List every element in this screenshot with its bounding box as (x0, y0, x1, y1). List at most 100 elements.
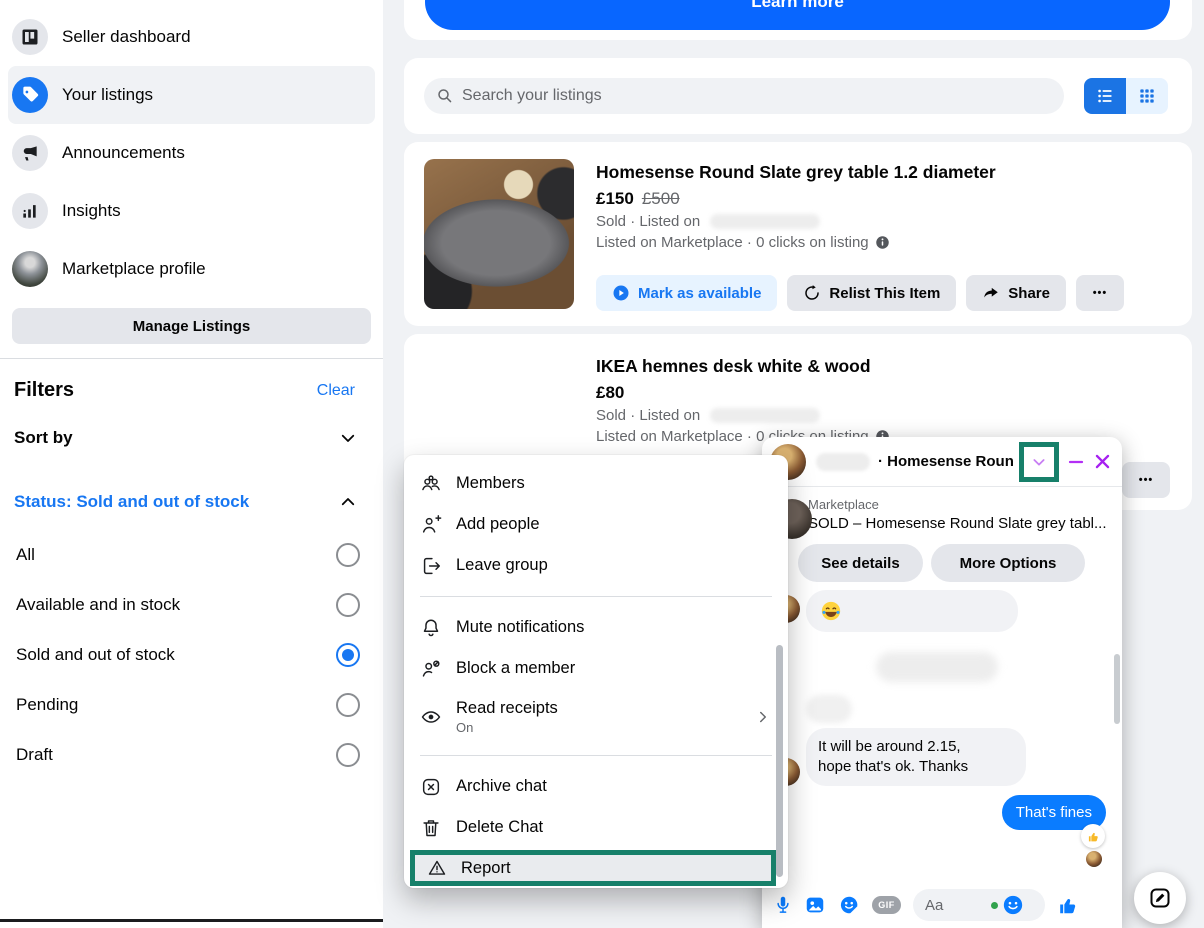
menu-item-add-people[interactable]: Add people (404, 504, 788, 545)
redacted-message (876, 652, 998, 682)
leave-icon (420, 555, 442, 577)
list-view-button[interactable] (1084, 78, 1126, 114)
chevron-down-icon[interactable] (1031, 454, 1047, 470)
photo-icon[interactable] (804, 894, 826, 916)
trash-icon (420, 817, 442, 839)
share-icon (982, 284, 1000, 302)
view-toggle (1084, 78, 1168, 114)
close-icon[interactable] (1093, 452, 1112, 471)
dashboard-icon (12, 19, 48, 55)
see-details-button[interactable]: See details (798, 544, 923, 582)
menu-scrollbar[interactable] (776, 645, 783, 877)
sort-by-label: Sort by (14, 428, 73, 448)
menu-item-report[interactable]: Report (415, 855, 771, 881)
warning-triangle-icon (427, 858, 447, 878)
gif-icon[interactable]: GIF (872, 896, 901, 914)
status-option-draft[interactable]: Draft (0, 730, 383, 780)
mark-as-available-button[interactable]: Mark as available (596, 275, 777, 311)
more-options-dots-button[interactable]: ••• (1122, 462, 1170, 498)
redacted-message (806, 695, 852, 723)
minimize-icon[interactable] (1067, 453, 1085, 471)
thumbs-up-icon[interactable] (1057, 894, 1079, 916)
status-option-available[interactable]: Available and in stock (0, 580, 383, 630)
seen-indicator-avatar (1086, 851, 1102, 867)
menu-divider (420, 755, 772, 756)
listing-status: Sold · Listed on (596, 213, 700, 230)
laughing-emoji (820, 600, 842, 622)
window-bottom-edge (0, 919, 383, 922)
listing-meta: Listed on Marketplace · 0 clicks on list… (596, 234, 869, 251)
search-input[interactable] (462, 87, 1052, 105)
status-filter-section[interactable]: Status: Sold and out of stock (0, 474, 383, 530)
chevron-down-icon (339, 429, 357, 447)
play-circle-icon (612, 284, 630, 302)
message-input-pill[interactable] (913, 889, 1045, 921)
learn-more-button[interactable]: Learn more (425, 0, 1170, 30)
sidebar-item-insights[interactable]: Insights (8, 182, 375, 240)
menu-item-leave-group[interactable]: Leave group (404, 545, 788, 586)
thumbs-up-reaction (1081, 824, 1105, 848)
radio-button[interactable] (336, 743, 360, 767)
sidebar: Seller dashboard Your listings Announcem… (0, 0, 383, 928)
sidebar-item-your-listings[interactable]: Your listings (8, 66, 375, 124)
status-option-pending[interactable]: Pending (0, 680, 383, 730)
listing-photo[interactable] (424, 159, 574, 309)
search-bar[interactable] (424, 78, 1064, 114)
sidebar-item-announcements[interactable]: Announcements (8, 124, 375, 182)
status-option-all[interactable]: All (0, 530, 383, 580)
microphone-icon[interactable] (774, 895, 792, 915)
chevron-up-icon (339, 493, 357, 511)
clear-filters-link[interactable]: Clear (317, 382, 355, 400)
menu-divider (420, 596, 772, 597)
grid-view-button[interactable] (1126, 78, 1168, 114)
more-options-dots-button[interactable]: ••• (1076, 275, 1124, 311)
search-icon (436, 87, 454, 105)
menu-item-archive-chat[interactable]: Archive chat (404, 766, 788, 807)
report-highlight-box: Report (410, 850, 776, 886)
info-icon[interactable] (875, 235, 890, 250)
more-options-button[interactable]: More Options (931, 544, 1085, 582)
compose-icon (1148, 886, 1172, 910)
megaphone-icon (12, 135, 48, 171)
context-title: SOLD – Homesense Round Slate grey tabl..… (808, 515, 1108, 532)
block-person-icon (420, 658, 442, 680)
manage-listings-button[interactable]: Manage Listings (12, 308, 371, 344)
message-bubble-emoji (806, 590, 1018, 632)
message-input[interactable] (925, 897, 987, 914)
redacted-name (816, 453, 870, 471)
menu-item-read-receipts[interactable]: Read receipts On (404, 689, 788, 745)
radio-button[interactable] (336, 593, 360, 617)
sort-by-section[interactable]: Sort by (0, 410, 383, 466)
sidebar-item-seller-dashboard[interactable]: Seller dashboard (8, 8, 375, 66)
relist-button[interactable]: Relist This Item (787, 275, 956, 311)
chat-messages: It will be around 2.15, hope that's ok. … (762, 594, 1122, 888)
chevron-highlight-box (1019, 442, 1059, 482)
share-button[interactable]: Share (966, 275, 1066, 311)
chat-scrollbar[interactable] (1114, 654, 1120, 724)
menu-item-mute-notifications[interactable]: Mute notifications (404, 607, 788, 648)
listing-price: £80 (596, 383, 624, 402)
radio-button[interactable] (336, 693, 360, 717)
menu-item-delete-chat[interactable]: Delete Chat (404, 807, 788, 848)
sidebar-item-marketplace-profile[interactable]: Marketplace profile (8, 240, 375, 298)
menu-item-members[interactable]: Members (404, 463, 788, 504)
marketplace-context: Marketplace SOLD – Homesense Round Slate… (762, 487, 1122, 594)
radio-button-selected[interactable] (336, 643, 360, 667)
filters-title: Filters (14, 379, 74, 402)
status-option-sold[interactable]: Sold and out of stock (0, 630, 383, 680)
chat-header[interactable]: · Homesense Roun.. (762, 437, 1122, 487)
listing-status: Sold · Listed on (596, 407, 700, 424)
listing-title[interactable]: IKEA hemnes desk white & wood (596, 356, 1172, 377)
new-message-fab[interactable] (1134, 872, 1186, 924)
listing-title[interactable]: Homesense Round Slate grey table 1.2 dia… (596, 162, 1172, 183)
emoji-picker-icon[interactable] (1002, 894, 1024, 916)
menu-item-block-member[interactable]: Block a member (404, 648, 788, 689)
bar-chart-icon (12, 193, 48, 229)
read-receipts-state: On (456, 720, 558, 735)
listing-card-homesense-table: Homesense Round Slate grey table 1.2 dia… (404, 142, 1192, 326)
chat-title: · Homesense Roun.. (878, 453, 1013, 470)
sticker-icon[interactable] (838, 894, 860, 916)
sidebar-nav: Seller dashboard Your listings Announcem… (0, 0, 383, 298)
radio-button[interactable] (336, 543, 360, 567)
banner-card: Learn more (404, 0, 1192, 40)
